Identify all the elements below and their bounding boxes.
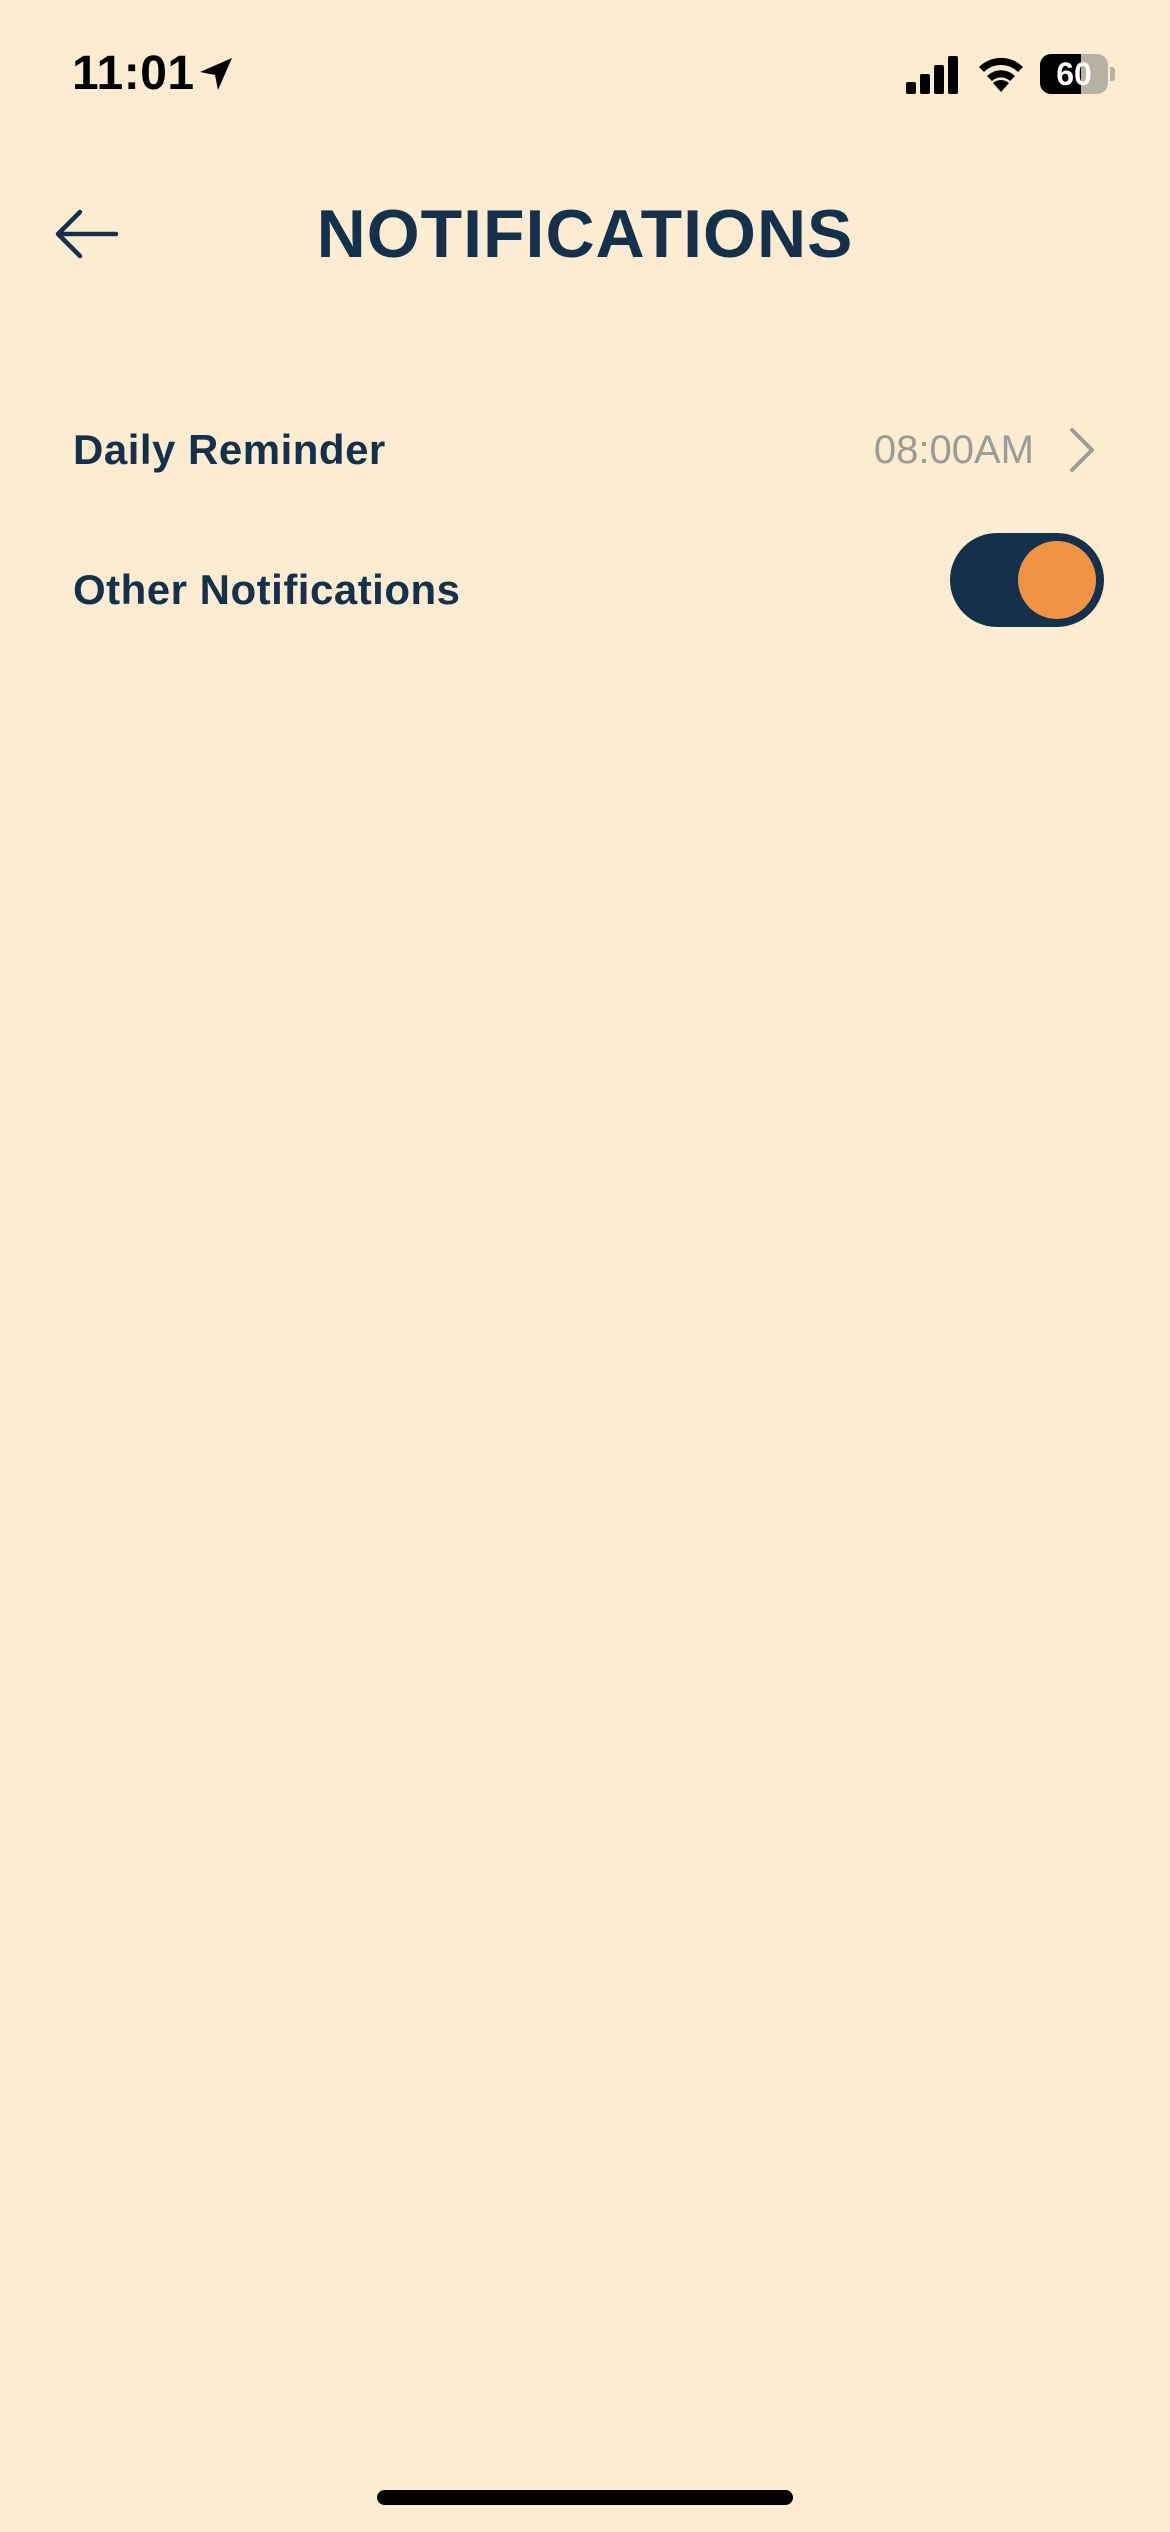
other-notifications-toggle[interactable]: [950, 533, 1104, 627]
home-indicator[interactable]: [377, 2490, 793, 2505]
battery-icon: 60: [1040, 54, 1115, 94]
daily-reminder-row[interactable]: Daily Reminder 08:00AM: [0, 390, 1170, 510]
battery-cap: [1110, 67, 1115, 81]
battery-level: 60: [1056, 56, 1092, 92]
wifi-icon: [979, 57, 1023, 92]
status-time: 11:01: [72, 47, 195, 100]
chevron-right-icon: [1070, 428, 1094, 472]
page-title: NOTIFICATIONS: [316, 196, 854, 272]
battery-body: 60: [1040, 54, 1108, 94]
status-bar: 11:01 60: [0, 0, 1170, 140]
cellular-signal-icon: [906, 56, 958, 94]
other-notifications-label: Other Notifications: [73, 566, 461, 613]
daily-reminder-time: 08:00AM: [873, 428, 1034, 472]
toggle-knob: [1018, 541, 1096, 619]
location-arrow-icon: [200, 58, 232, 90]
daily-reminder-label: Daily Reminder: [73, 426, 386, 473]
